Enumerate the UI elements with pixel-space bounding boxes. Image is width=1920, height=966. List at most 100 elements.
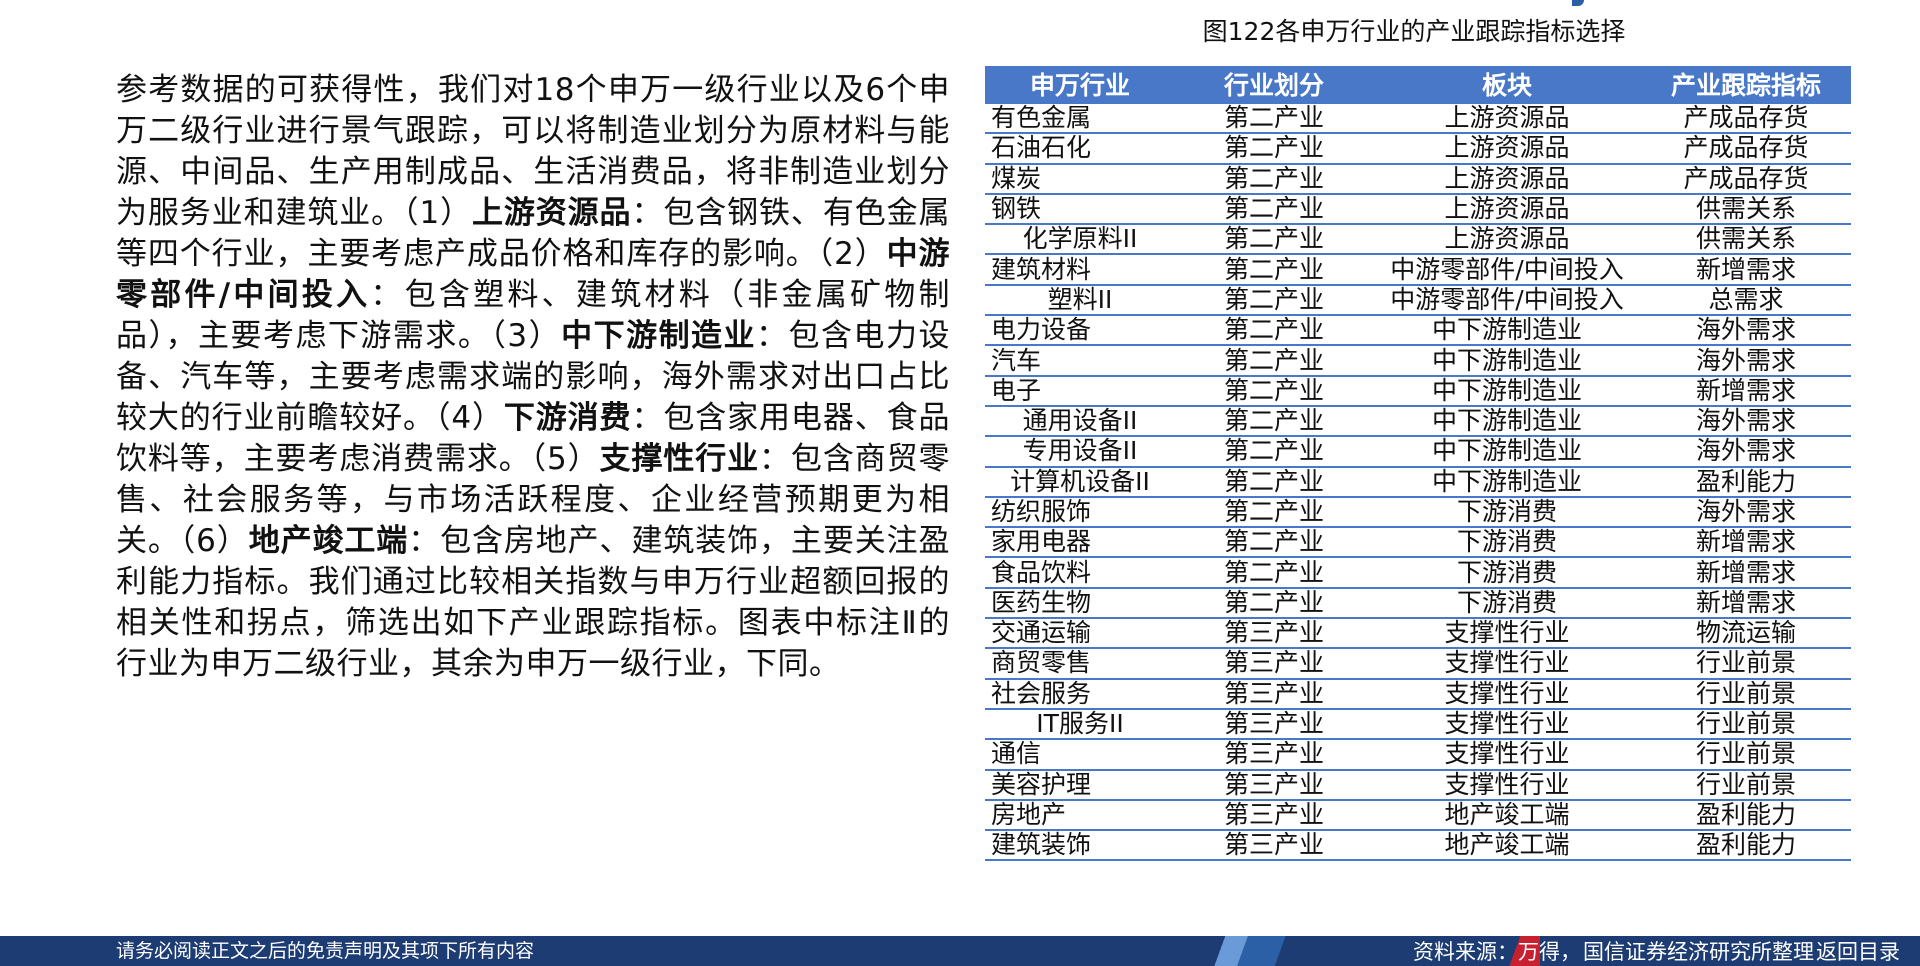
cell-indicator: 新增需求	[1641, 527, 1851, 559]
back-to-toc-link[interactable]: 返回目录	[1816, 940, 1900, 964]
table-row: 煤炭 第二产业 上游资源品 产成品存货	[985, 163, 1851, 195]
cell-division: 第三产业	[1175, 708, 1373, 741]
cell-division: 第二产业	[1175, 587, 1373, 620]
cell-sector: 上游资源品	[1373, 163, 1641, 195]
cell-sector: 中游零部件/中间投入	[1373, 254, 1641, 286]
cell-indicator: 海外需求	[1641, 405, 1851, 438]
cell-indicator: 新增需求	[1641, 557, 1851, 589]
body-bold-term: 中下游制造业	[561, 318, 757, 354]
top-accent-mark	[1572, 0, 1584, 6]
cell-sector: 上游资源品	[1373, 103, 1641, 135]
cell-industry: 食品饮料	[985, 557, 1175, 589]
cell-sector: 支撑性行业	[1373, 618, 1641, 650]
cell-sector: 中下游制造业	[1373, 436, 1641, 468]
cell-industry: 建筑装饰	[985, 830, 1175, 862]
cell-indicator: 产成品存货	[1641, 133, 1851, 165]
cell-indicator: 物流运输	[1641, 618, 1851, 650]
table-body: 有色金属 第二产业 上游资源品 产成品存货 石油石化 第二产业 上游资源品 产成品存货 煤炭 第二…	[985, 103, 1851, 862]
cell-indicator: 盈利能力	[1641, 830, 1851, 862]
cell-sector: 支撑性行业	[1373, 769, 1641, 801]
table-row: 纺织服饰 第二产业 下游消费 海外需求	[985, 496, 1851, 529]
cell-division: 第二产业	[1175, 193, 1373, 226]
table-row: 食品饮料 第二产业 下游消费 新增需求	[985, 557, 1851, 589]
cell-division: 第二产业	[1175, 436, 1373, 468]
cell-sector: 上游资源品	[1373, 193, 1641, 226]
cell-sector: 下游消费	[1373, 557, 1641, 589]
cell-division: 第三产业	[1175, 799, 1373, 832]
cell-sector: 地产竣工端	[1373, 830, 1641, 862]
cell-division: 第二产业	[1175, 466, 1373, 498]
cell-sector: 支撑性行业	[1373, 678, 1641, 710]
source-org: 国信证券经济研究所整理	[1583, 940, 1814, 964]
cell-industry: 通用设备II	[985, 405, 1175, 438]
cell-indicator: 产成品存货	[1641, 163, 1851, 195]
cell-industry: 建筑材料	[985, 254, 1175, 286]
cell-indicator: 海外需求	[1641, 345, 1851, 377]
cell-indicator: 海外需求	[1641, 496, 1851, 529]
header-division: 行业划分	[1175, 66, 1373, 104]
cell-indicator: 总需求	[1641, 284, 1851, 317]
table-row: 化学原料II 第二产业 上游资源品 供需关系	[985, 224, 1851, 256]
cell-industry: 化学原料II	[985, 224, 1175, 256]
cell-indicator: 产成品存货	[1641, 103, 1851, 135]
cell-division: 第三产业	[1175, 678, 1373, 710]
cell-indicator: 海外需求	[1641, 436, 1851, 468]
cell-division: 第二产业	[1175, 405, 1373, 438]
cell-division: 第三产业	[1175, 618, 1373, 650]
cell-division: 第三产业	[1175, 769, 1373, 801]
cell-indicator: 盈利能力	[1641, 799, 1851, 832]
cell-indicator: 行业前景	[1641, 739, 1851, 771]
cell-industry: 交通运输	[985, 618, 1175, 650]
table-row: 交通运输 第三产业 支撑性行业 物流运输	[985, 618, 1851, 650]
table-row: IT服务II 第三产业 支撑性行业 行业前景	[985, 708, 1851, 741]
cell-indicator: 盈利能力	[1641, 466, 1851, 498]
figure-title: 图122各申万行业的产业跟踪指标选择	[1202, 17, 1626, 46]
cell-division: 第二产业	[1175, 224, 1373, 256]
header-sector: 板块	[1373, 66, 1641, 104]
table-row: 商贸零售 第三产业 支撑性行业 行业前景	[985, 648, 1851, 680]
cell-industry: 专用设备II	[985, 436, 1175, 468]
cell-sector: 中下游制造业	[1373, 405, 1641, 438]
table-row: 家用电器 第二产业 下游消费 新增需求	[985, 527, 1851, 559]
cell-indicator: 新增需求	[1641, 254, 1851, 286]
cell-sector: 下游消费	[1373, 587, 1641, 620]
cell-indicator: 行业前景	[1641, 678, 1851, 710]
document-page: 参考数据的可获得性，我们对18个申万一级行业以及6个申万二级行业进行景气跟踪，可…	[0, 0, 1920, 966]
cell-sector: 支撑性行业	[1373, 739, 1641, 771]
cell-sector: 上游资源品	[1373, 224, 1641, 256]
cell-indicator: 行业前景	[1641, 769, 1851, 801]
table-row: 美容护理 第三产业 支撑性行业 行业前景	[985, 769, 1851, 801]
table-row: 电力设备 第二产业 中下游制造业 海外需求	[985, 315, 1851, 347]
cell-sector: 下游消费	[1373, 496, 1641, 529]
cell-division: 第二产业	[1175, 315, 1373, 347]
cell-division: 第二产业	[1175, 254, 1373, 286]
cell-industry: 通信	[985, 739, 1175, 771]
cell-sector: 中下游制造业	[1373, 466, 1641, 498]
cell-industry: IT服务II	[985, 708, 1175, 741]
cell-division: 第二产业	[1175, 133, 1373, 165]
cell-indicator: 供需关系	[1641, 224, 1851, 256]
cell-sector: 中下游制造业	[1373, 345, 1641, 377]
cell-industry: 社会服务	[985, 678, 1175, 710]
cell-division: 第二产业	[1175, 375, 1373, 407]
cell-division: 第二产业	[1175, 345, 1373, 377]
cell-industry: 医药生物	[985, 587, 1175, 620]
table-row: 有色金属 第二产业 上游资源品 产成品存货	[985, 103, 1851, 135]
cell-industry: 计算机设备II	[985, 466, 1175, 498]
cell-industry: 有色金属	[985, 103, 1175, 135]
cell-industry: 商贸零售	[985, 648, 1175, 680]
footer-disclaimer: 请务必阅读正文之后的免责声明及其项下所有内容	[116, 940, 535, 962]
table-row: 专用设备II 第二产业 中下游制造业 海外需求	[985, 436, 1851, 468]
cell-division: 第二产业	[1175, 163, 1373, 195]
cell-industry: 纺织服饰	[985, 496, 1175, 529]
body-bold-term: 下游消费	[503, 400, 632, 436]
cell-industry: 家用电器	[985, 527, 1175, 559]
cell-sector: 地产竣工端	[1373, 799, 1641, 832]
table-row: 建筑材料 第二产业 中游零部件/中间投入 新增需求	[985, 254, 1851, 286]
cell-division: 第三产业	[1175, 739, 1373, 771]
cell-industry: 电力设备	[985, 315, 1175, 347]
table-row: 钢铁 第二产业 上游资源品 供需关系	[985, 193, 1851, 226]
table-row: 医药生物 第二产业 下游消费 新增需求	[985, 587, 1851, 620]
cell-division: 第三产业	[1175, 648, 1373, 680]
cell-indicator: 行业前景	[1641, 648, 1851, 680]
